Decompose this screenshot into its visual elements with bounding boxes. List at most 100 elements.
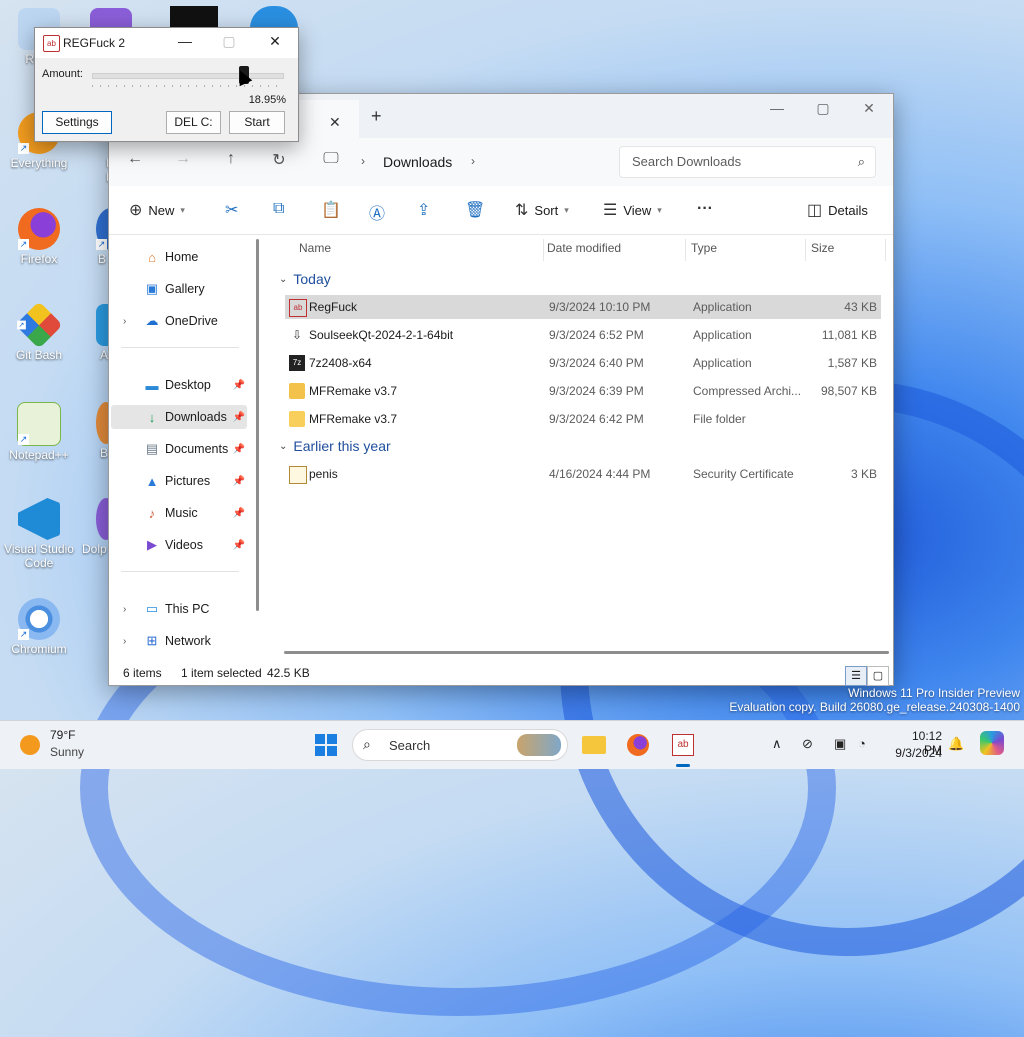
- amount-slider-track[interactable]: [92, 73, 284, 79]
- sidebar-item-pictures[interactable]: ▲ Pictures 📌: [123, 469, 247, 493]
- chevron-right-icon[interactable]: ›: [123, 636, 126, 647]
- table-row[interactable]: ⇩ SoulseekQt-2024-2-1-64bit 9/3/2024 6:5…: [285, 323, 881, 347]
- taskbar-file-explorer[interactable]: [578, 729, 610, 761]
- taskbar-firefox[interactable]: [622, 729, 654, 761]
- breadcrumb-chevron-icon[interactable]: ›: [461, 154, 485, 168]
- more-options-button[interactable]: ···: [697, 200, 713, 218]
- file-type: Application: [693, 300, 752, 314]
- column-separator: [685, 239, 686, 261]
- selection-count: 1 item selected: [181, 666, 262, 680]
- sun-icon[interactable]: [20, 735, 40, 755]
- sidebar-item-desktop[interactable]: ▬ Desktop 📌: [123, 373, 247, 397]
- details-button[interactable]: ◫ Details: [807, 200, 868, 220]
- close-icon[interactable]: ✕: [265, 33, 285, 50]
- taskbar-search[interactable]: ⌕ Search: [352, 729, 568, 761]
- sidebar-item-onedrive[interactable]: › ☁ OneDrive: [123, 309, 247, 333]
- breadcrumb-downloads[interactable]: Downloads: [383, 154, 452, 170]
- desktop-icon-edge[interactable]: [250, 6, 298, 28]
- system-tray-icon[interactable]: ▣: [834, 736, 846, 752]
- start-button[interactable]: Start: [229, 111, 285, 134]
- horizontal-scrollbar[interactable]: [284, 651, 889, 654]
- folder-icon: [582, 736, 606, 754]
- cut-button[interactable]: ✂: [225, 200, 238, 220]
- vscode-icon: [18, 498, 60, 540]
- installer-icon: ⇩: [291, 328, 303, 342]
- firefox-icon: ↗: [18, 208, 60, 250]
- view-button[interactable]: ☰ View ▾: [603, 200, 662, 220]
- details-view-icon[interactable]: ☰: [845, 666, 867, 686]
- chevron-right-icon[interactable]: ›: [123, 316, 126, 327]
- scissors-icon: ✂: [225, 202, 239, 219]
- sidebar-item-videos[interactable]: ▶ Videos 📌: [123, 533, 247, 557]
- table-row[interactable]: MFRemake v3.7 9/3/2024 6:39 PM Compresse…: [285, 379, 881, 403]
- back-icon[interactable]: ←: [123, 150, 147, 168]
- table-row[interactable]: MFRemake v3.7 9/3/2024 6:42 PM File fold…: [285, 407, 881, 431]
- this-pc-icon[interactable]: 🖵: [319, 150, 343, 168]
- desktop-icon-git-bash[interactable]: ↗ Git Bash: [4, 301, 74, 362]
- sidebar-item-label: Desktop: [165, 378, 211, 392]
- clock-date[interactable]: 9/3/2024: [892, 746, 942, 760]
- sidebar-item-network[interactable]: › ⊞ Network: [123, 629, 247, 653]
- column-header-date[interactable]: Date modified: [547, 241, 621, 255]
- column-header-name[interactable]: Name: [299, 241, 331, 255]
- chevron-up-icon[interactable]: ∧: [772, 736, 782, 752]
- group-header-today[interactable]: ⌄ Today: [279, 271, 331, 287]
- sidebar-item-home[interactable]: ⌂ Home: [123, 245, 247, 269]
- weather-temperature[interactable]: 79°F: [50, 728, 75, 742]
- picture-icon: ▲: [145, 473, 159, 489]
- view-button-label: View: [623, 202, 652, 218]
- table-row[interactable]: ab RegFuck 9/3/2024 10:10 PM Application…: [285, 295, 881, 319]
- sort-button[interactable]: ⇅ Sort ▾: [515, 200, 569, 220]
- maximize-icon[interactable]: ▢: [813, 100, 833, 117]
- close-tab-icon[interactable]: ✕: [329, 114, 341, 131]
- desktop-icon-chromium[interactable]: ↗ Chromium: [4, 598, 74, 656]
- desktop-icon-firefox[interactable]: ↗ Firefox: [4, 208, 74, 266]
- zip-folder-icon: [289, 383, 305, 399]
- sidebar-scrollbar[interactable]: [256, 239, 259, 611]
- paste-button[interactable]: 📋: [321, 200, 341, 220]
- maximize-icon[interactable]: ▢: [219, 33, 239, 50]
- refresh-icon[interactable]: ↻: [267, 150, 291, 170]
- desktop-icon-notepadpp[interactable]: ↗ Notepad++: [4, 402, 74, 462]
- new-button[interactable]: ⊕ New ▾: [129, 200, 185, 220]
- delete-c-button[interactable]: DEL C:: [166, 111, 221, 134]
- weather-condition[interactable]: Sunny: [50, 745, 84, 759]
- breadcrumb-chevron-icon[interactable]: ›: [351, 154, 375, 168]
- chevron-right-icon[interactable]: ›: [123, 604, 126, 615]
- copy-button[interactable]: ⧉: [273, 200, 284, 218]
- close-window-icon[interactable]: ✕: [859, 100, 879, 117]
- selection-size: 42.5 KB: [267, 666, 310, 680]
- settings-button[interactable]: Settings: [42, 111, 112, 134]
- minimize-icon[interactable]: —: [767, 100, 787, 116]
- share-button[interactable]: ⇪: [417, 200, 430, 220]
- group-header-earlier-this-year[interactable]: ⌄ Earlier this year: [279, 438, 391, 454]
- copilot-icon[interactable]: [980, 731, 1004, 755]
- start-button[interactable]: [310, 729, 342, 761]
- table-row[interactable]: penis 4/16/2024 4:44 PM Security Certifi…: [285, 462, 881, 486]
- new-tab-icon[interactable]: +: [371, 106, 382, 127]
- notification-bell-icon[interactable]: 🔔: [948, 736, 964, 752]
- up-icon[interactable]: ↑: [219, 150, 243, 168]
- sidebar-item-downloads[interactable]: ↓ Downloads 📌: [111, 405, 247, 429]
- search-placeholder: Search Downloads: [632, 154, 742, 169]
- pin-icon: 📌: [232, 411, 245, 423]
- wifi-icon[interactable]: ◔: [858, 736, 866, 751]
- desktop-icon-app-dark[interactable]: [170, 6, 218, 28]
- forward-icon[interactable]: →: [171, 150, 195, 168]
- taskbar-regfuck[interactable]: ab: [667, 729, 699, 761]
- sidebar-item-this-pc[interactable]: › ▭ This PC: [123, 597, 247, 621]
- column-header-size[interactable]: Size: [811, 241, 834, 255]
- sidebar-item-documents[interactable]: ▤ Documents 📌: [123, 437, 247, 461]
- sidebar-item-music[interactable]: ♪ Music 📌: [123, 501, 247, 525]
- status-bar: 6 items 1 item selected 42.5 KB ☰ ▢: [109, 661, 893, 686]
- table-row[interactable]: 7z 7z2408-x64 9/3/2024 6:40 PM Applicati…: [285, 351, 881, 375]
- search-input[interactable]: Search Downloads ⌕: [619, 146, 876, 178]
- column-header-type[interactable]: Type: [691, 241, 717, 255]
- sidebar-item-gallery[interactable]: ▣ Gallery: [123, 277, 247, 301]
- delete-button[interactable]: 🗑: [465, 200, 485, 220]
- network-off-icon[interactable]: ⊘: [802, 736, 813, 752]
- minimize-icon[interactable]: —: [175, 33, 195, 49]
- tiles-view-icon[interactable]: ▢: [867, 666, 889, 686]
- desktop-icon-vscode[interactable]: Visual Studio Code: [4, 498, 74, 570]
- rename-button[interactable]: Ⓐ: [369, 200, 385, 224]
